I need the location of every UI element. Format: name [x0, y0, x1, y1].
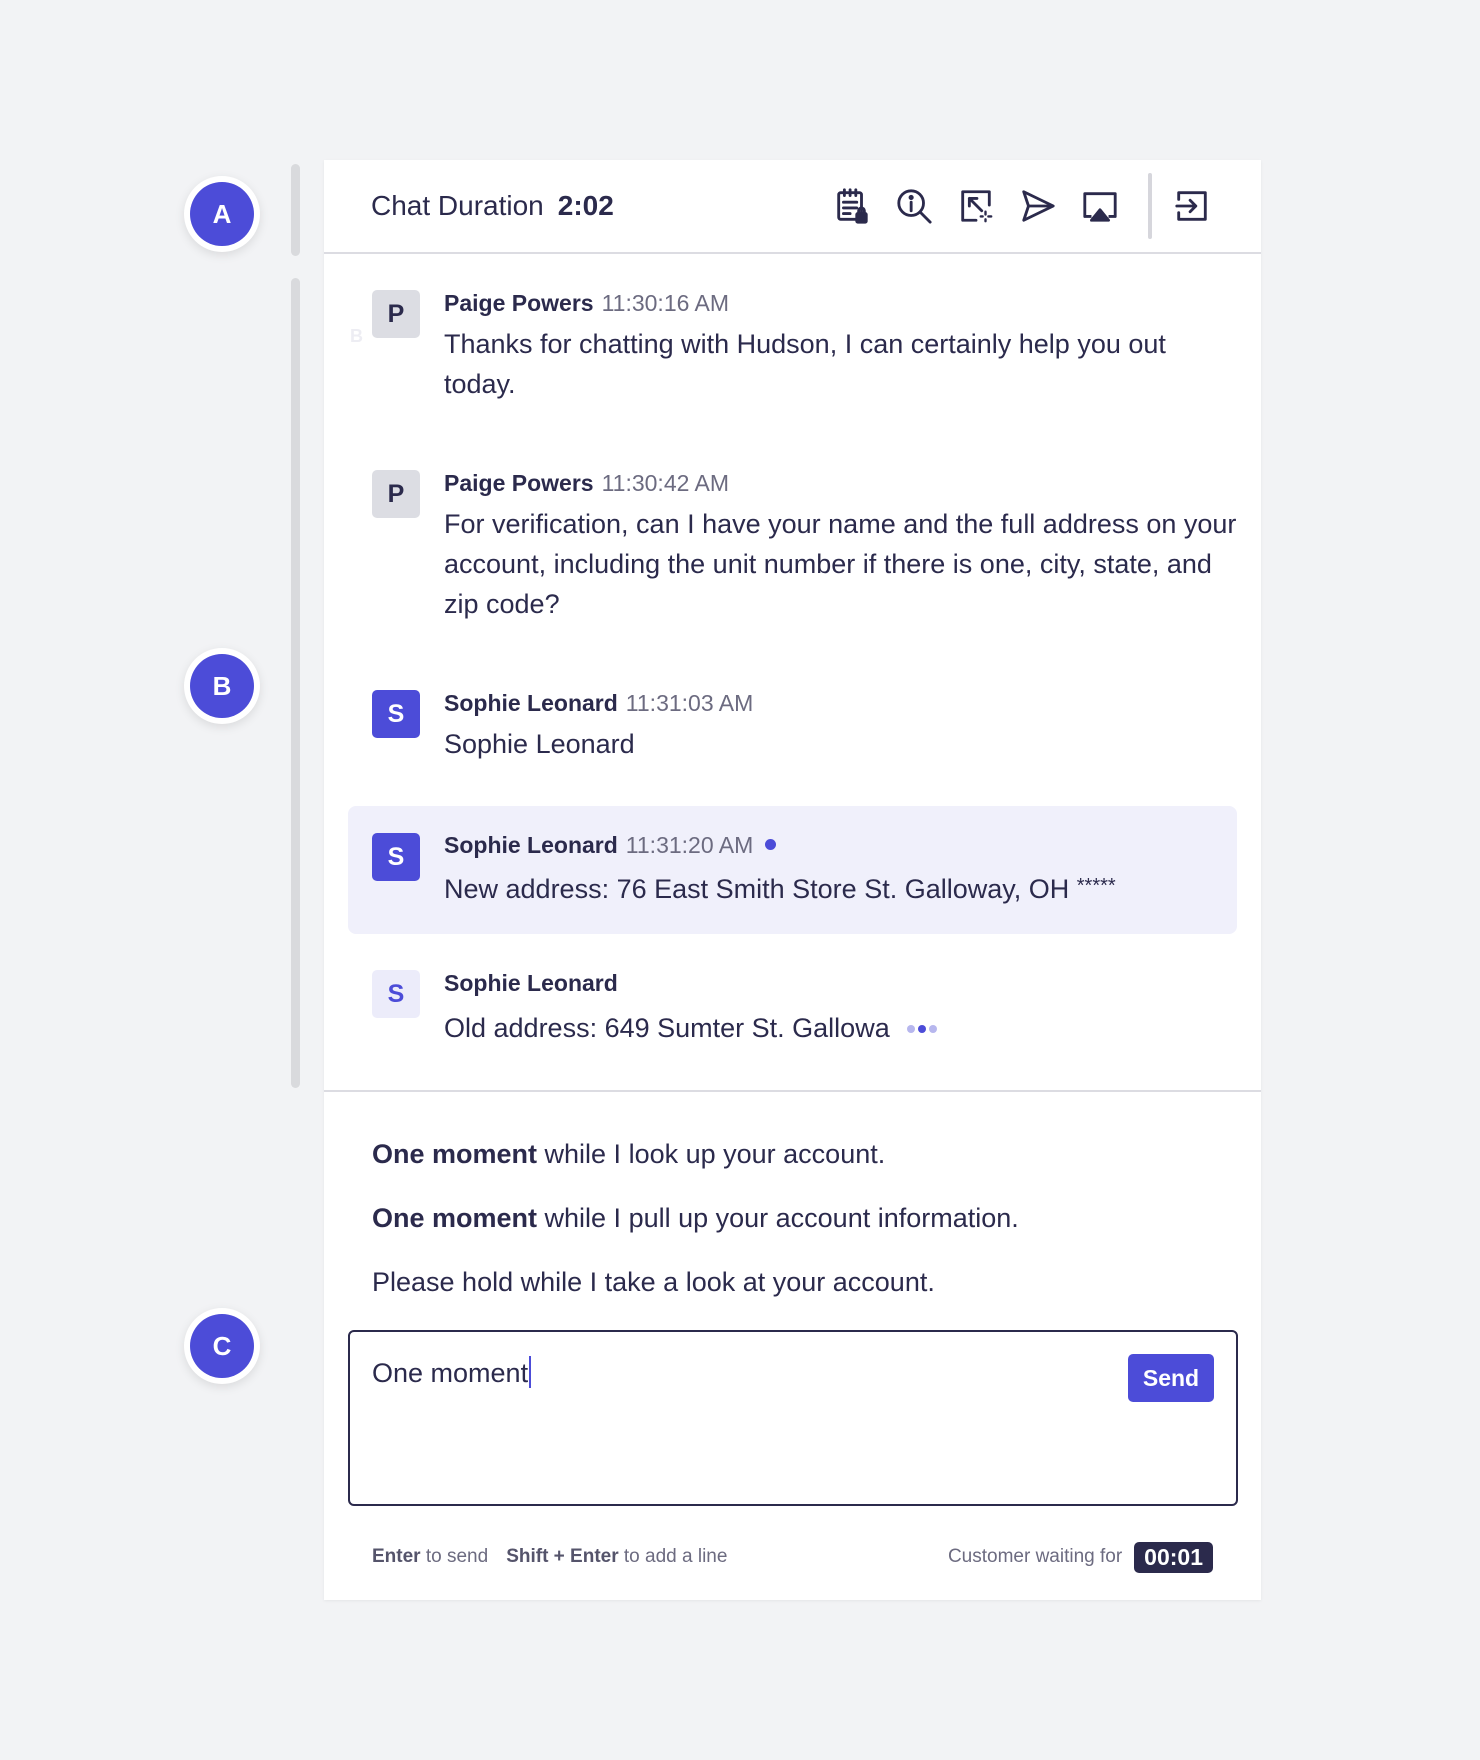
composer-input[interactable]: One moment	[372, 1356, 532, 1389]
suggestion-item[interactable]: One moment while I look up your account.	[372, 1139, 885, 1170]
avatar: S	[372, 833, 420, 881]
message-item-typing: S Sophie Leonard Old address: 649 Sumter…	[324, 970, 1261, 1050]
message-list[interactable]: B P Paige Powers 11:30:16 AM Thanks for c…	[324, 254, 1261, 1092]
avatar: S	[372, 690, 420, 738]
chat-duration-label: Chat Duration	[371, 190, 544, 221]
message-header: Sophie Leonard 11:31:03 AM	[444, 690, 753, 717]
hint-send-action: to send	[420, 1546, 489, 1567]
section-rail-b	[291, 278, 300, 1088]
suggestion-item[interactable]: One moment while I pull up your account …	[372, 1203, 1019, 1234]
marker-a-label: A	[190, 182, 254, 246]
section-rail-a	[291, 164, 300, 256]
waiting-label: Customer waiting for	[947, 1546, 1123, 1567]
suggestion-item[interactable]: Please hold while I take a look at your …	[372, 1267, 935, 1298]
message-header: Paige Powers 11:30:16 AM	[444, 290, 729, 317]
message-item-highlighted[interactable]: S Sophie Leonard 11:31:20 AM New address:…	[348, 806, 1237, 934]
sender-name: Paige Powers	[444, 470, 594, 496]
marker-b-label: B	[190, 654, 254, 718]
unread-dot-icon	[765, 839, 777, 850]
avatar: P	[372, 470, 420, 518]
section-marker-a: A	[184, 176, 260, 252]
typing-indicator-icon	[907, 1004, 940, 1044]
search-info-icon[interactable]	[892, 184, 936, 228]
masked-zip: *****	[1076, 875, 1116, 897]
message-text: Sophie Leonard	[444, 729, 635, 759]
avatar: P	[372, 290, 420, 338]
marker-c-label: C	[190, 1314, 254, 1378]
chat-panel: Chat Duration 2:02 B P Paige Powers 11:3…	[324, 160, 1261, 1600]
hint-newline-action: to add a line	[618, 1546, 728, 1567]
section-marker-c: C	[184, 1308, 260, 1384]
customer-waiting: Customer waiting for 00:01	[947, 1541, 1213, 1573]
toolbar-divider	[1148, 173, 1152, 239]
avatar: S	[372, 970, 420, 1018]
chat-header: Chat Duration 2:02	[324, 160, 1261, 254]
hint-newline: Shift + Enter to add a line	[506, 1546, 727, 1568]
message-text: Old address: 649 Sumter St. Gallowa	[444, 1013, 890, 1043]
composer-footer: Enter to send Shift + Enter to add a lin…	[372, 1540, 1213, 1574]
message-header: Sophie Leonard	[444, 970, 618, 997]
suggestion-match: One moment	[372, 1203, 538, 1233]
hint-send: Enter to send	[372, 1546, 488, 1568]
message-time: 11:31:20 AM	[625, 832, 754, 858]
notes-lock-icon[interactable]	[830, 184, 874, 228]
message-time: 11:31:03 AM	[625, 690, 754, 716]
sender-name: Sophie Leonard	[444, 690, 618, 716]
hint-send-key: Enter	[372, 1546, 421, 1567]
message-text: New address: 76 East Smith Store St. Gal…	[444, 874, 1070, 904]
waiting-timer: 00:01	[1134, 1541, 1213, 1573]
exit-icon[interactable]	[1170, 184, 1214, 228]
composer-value: One moment	[372, 1358, 529, 1388]
text-caret	[529, 1356, 532, 1388]
airplay-icon[interactable]	[1078, 184, 1122, 228]
message-composer[interactable]: One moment Send	[348, 1330, 1238, 1506]
hint-newline-key: Shift + Enter	[506, 1546, 619, 1567]
suggestion-rest: while I look up your account.	[537, 1139, 886, 1169]
message-text-row: Old address: 649 Sumter St. Gallowa	[444, 1004, 1237, 1048]
message-text-row: New address: 76 East Smith Store St. Gal…	[444, 866, 1213, 909]
sender-name: Sophie Leonard	[444, 970, 618, 996]
message-text: For verification, can I have your name a…	[444, 509, 1237, 619]
message-item: S Sophie Leonard 11:31:03 AM Sophie Leona…	[324, 690, 1261, 770]
sender-name: Paige Powers	[444, 290, 594, 316]
send-button[interactable]: Send	[1128, 1354, 1214, 1402]
suggestion-match: One moment	[372, 1139, 538, 1169]
suggestion-rest: while I pull up your account information…	[537, 1203, 1019, 1233]
message-text: Thanks for chatting with Hudson, I can c…	[444, 329, 1166, 399]
send-icon[interactable]	[1016, 184, 1060, 228]
message-header: Paige Powers 11:30:42 AM	[444, 470, 729, 497]
header-toolbar	[812, 173, 1214, 239]
message-header: Sophie Leonard 11:31:20 AM	[444, 832, 777, 859]
section-marker-b: B	[184, 648, 260, 724]
message-time: 11:30:16 AM	[601, 290, 730, 316]
message-time: 11:30:42 AM	[601, 470, 730, 496]
suggestion-rest: Please hold while I take a look at your …	[372, 1267, 935, 1297]
message-item: P Paige Powers 11:30:42 AM For verificati…	[324, 470, 1261, 630]
screen-capture-icon[interactable]	[954, 184, 998, 228]
sender-name: Sophie Leonard	[444, 832, 618, 858]
message-item: P Paige Powers 11:30:16 AM Thanks for cha…	[324, 290, 1261, 420]
chat-duration-value: 2:02	[557, 190, 614, 221]
